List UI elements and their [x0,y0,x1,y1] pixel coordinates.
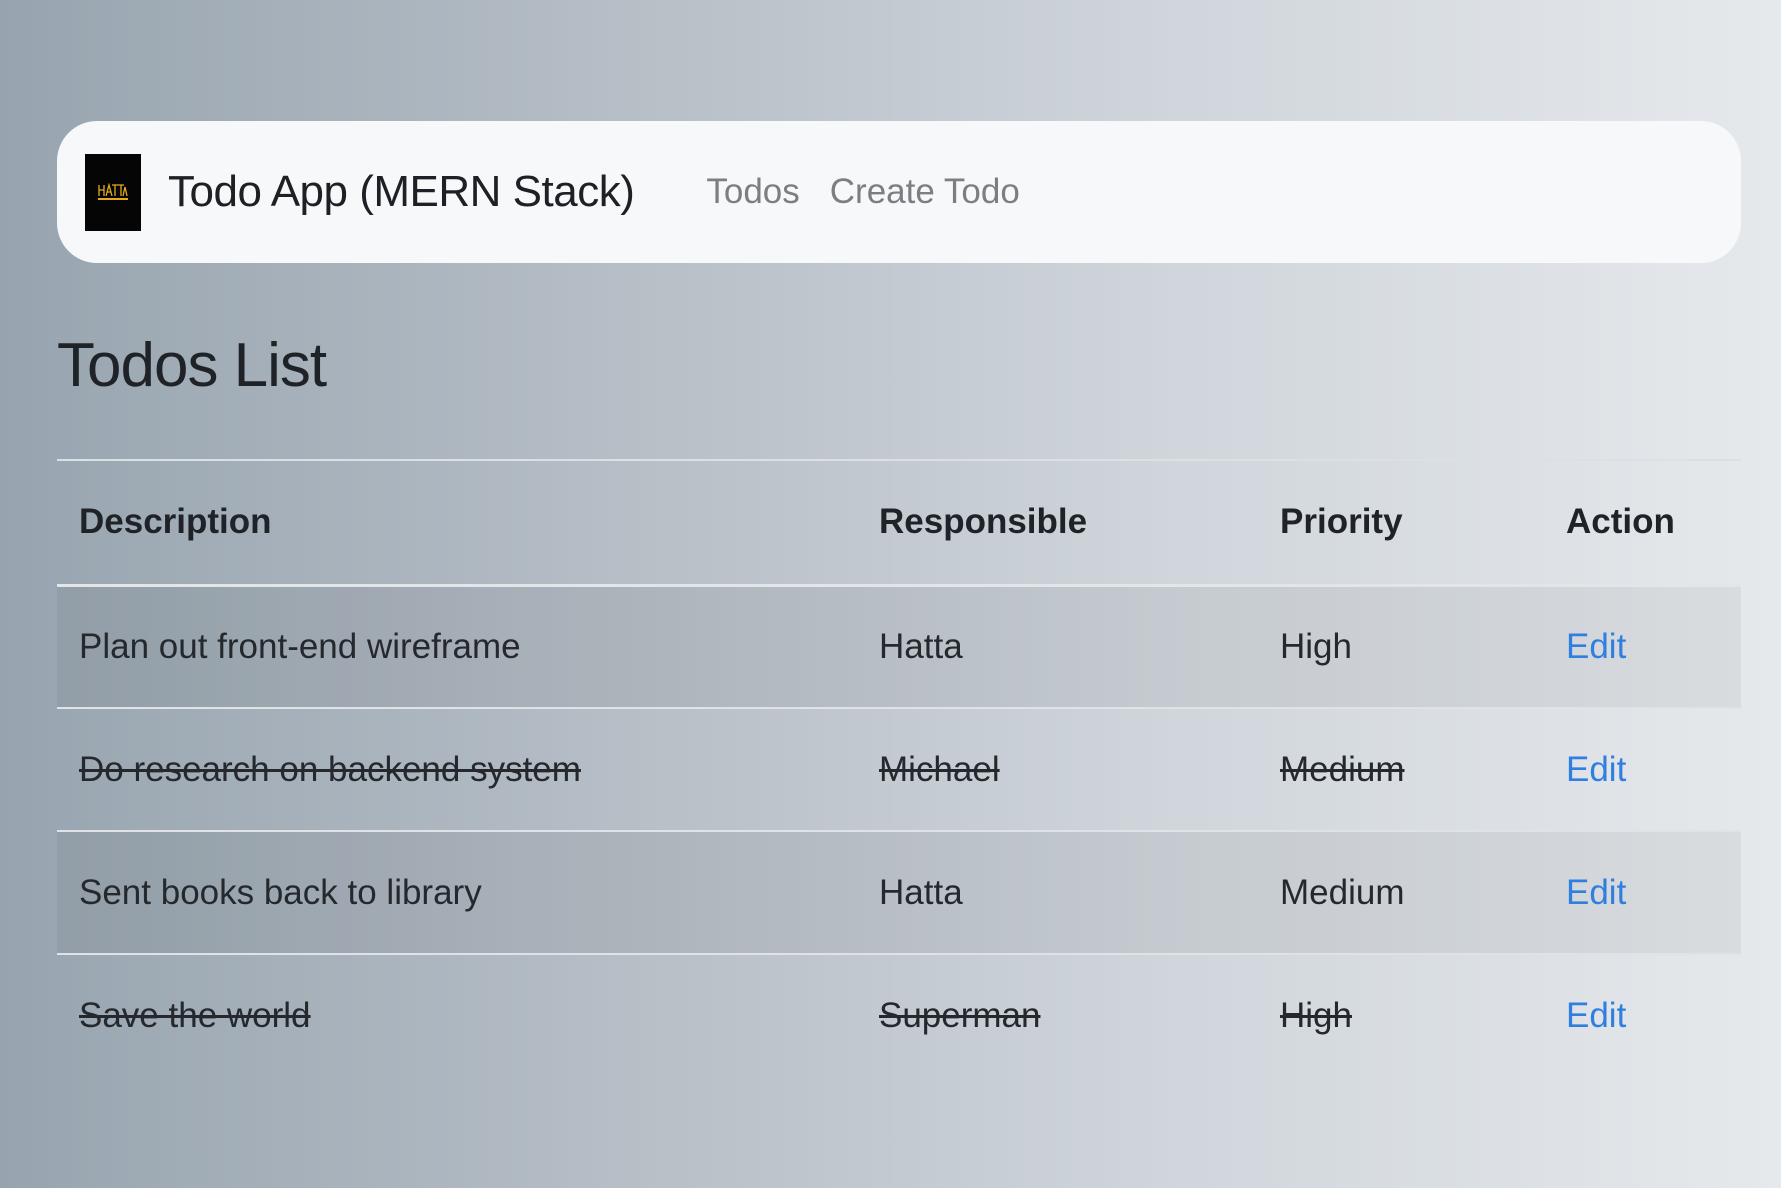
column-header-action: Action [1566,502,1675,542]
todo-responsible: Hatta [879,626,963,666]
column-header-responsible: Responsible [879,502,1088,542]
todo-description: Save the world [79,996,311,1035]
edit-link[interactable]: Edit [1566,873,1626,912]
todos-table: Description Responsible Priority Action … [57,459,1741,1077]
todo-description: Plan out front-end wireframe [79,626,521,666]
todo-responsible: Hatta [879,872,963,912]
todo-action-cell: Edit [1544,954,1741,1077]
column-header-priority: Priority [1280,502,1403,542]
todo-description: Do research on backend system [79,749,581,789]
todo-action-cell: Edit [1544,585,1741,708]
table-row: Save the world Superman High Edit [57,954,1741,1077]
edit-link[interactable]: Edit [1566,750,1626,789]
todo-action-cell: Edit [1544,831,1741,954]
table-header: Description Responsible Priority Action [57,460,1741,585]
todo-responsible: Superman [879,996,1041,1035]
app-logo[interactable] [85,153,141,231]
edit-link[interactable]: Edit [1566,996,1626,1035]
todo-priority: Medium [1280,872,1405,912]
todo-priority: Medium [1280,749,1405,789]
nav-links: Todos Create Todo [706,172,1049,212]
table-row: Sent books back to library Hatta Medium … [57,831,1741,954]
todo-description: Sent books back to library [79,872,482,912]
todo-priority: High [1280,996,1352,1035]
table-header-row: Description Responsible Priority Action [57,460,1741,585]
hatta-logo-icon [98,183,128,200]
column-header-description: Description [79,502,272,542]
page-title: Todos List [57,331,327,400]
nav-link-todos[interactable]: Todos [706,172,799,212]
nav-link-create-todo[interactable]: Create Todo [830,172,1020,212]
navbar: Todo App (MERN Stack) Todos Create Todo [57,121,1741,263]
table-body: Plan out front-end wireframe Hatta High … [57,585,1741,1077]
edit-link[interactable]: Edit [1566,627,1626,666]
todo-action-cell: Edit [1544,708,1741,831]
todo-responsible: Michael [879,749,1000,789]
table-row: Do research on backend system Michael Me… [57,708,1741,831]
table-row: Plan out front-end wireframe Hatta High … [57,585,1741,708]
app-brand[interactable]: Todo App (MERN Stack) [168,167,635,217]
todo-priority: High [1280,626,1352,666]
